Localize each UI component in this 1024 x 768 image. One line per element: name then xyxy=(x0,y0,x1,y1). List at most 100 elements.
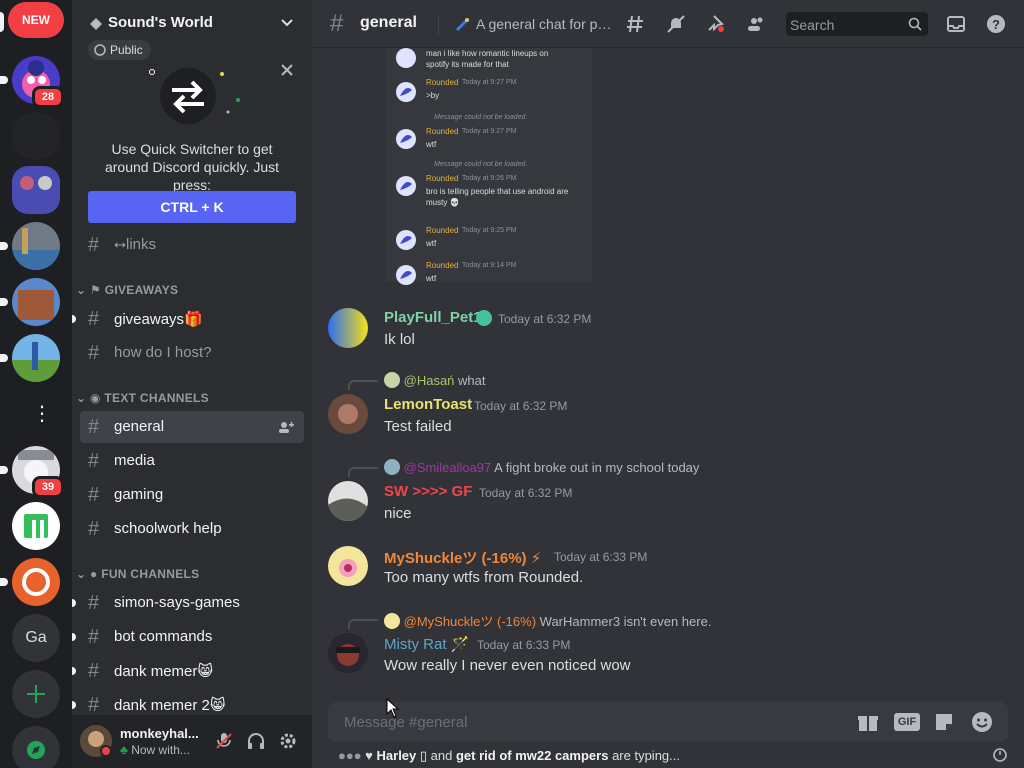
category-label: TEXT CHANNELS xyxy=(104,391,209,405)
server-icon-6[interactable] xyxy=(0,334,60,382)
message-composer[interactable]: Message #general GIF xyxy=(328,702,1008,742)
unread-pill xyxy=(0,578,8,586)
server-icon-2[interactable] xyxy=(12,112,60,160)
message-timestamp: Today at 6:33 PM xyxy=(477,638,571,652)
channel-topic[interactable]: A general chat for peo... xyxy=(476,16,616,32)
hash-icon: # xyxy=(88,484,100,506)
unread-dot xyxy=(72,599,76,607)
server-icon-4[interactable] xyxy=(0,222,60,270)
channel-gaming[interactable]: # gaming xyxy=(80,479,304,511)
message-author[interactable]: Misty Rat 🪄 xyxy=(384,635,469,653)
embedded-screenshot-image[interactable]: man i like how romantic lineups on spoti… xyxy=(386,48,592,285)
username[interactable]: monkeyhal... xyxy=(120,726,199,741)
member-list-icon[interactable] xyxy=(746,14,766,34)
unread-pill xyxy=(0,354,8,362)
mute-mic-icon[interactable] xyxy=(214,731,234,751)
message-input-placeholder: Message #general xyxy=(344,714,468,731)
user-avatar[interactable] xyxy=(328,633,368,673)
embed-username: Rounded xyxy=(426,261,459,270)
pinned-messages-icon[interactable] xyxy=(706,14,726,34)
mention-badge: 39 xyxy=(32,476,64,498)
message[interactable]: @Hasań what LemonToast Today at 6:32 PM… xyxy=(312,370,1012,442)
compass-icon xyxy=(27,741,45,759)
reply-preview[interactable]: @Hasań what xyxy=(384,372,486,388)
emoji-icon[interactable] xyxy=(970,710,994,734)
server-icon-9[interactable] xyxy=(0,558,60,606)
chevron-down-icon: ⌄ xyxy=(76,283,90,297)
reply-text: WarHammer3 isn't even here. xyxy=(539,614,712,629)
user-avatar[interactable] xyxy=(328,394,368,434)
message-author[interactable]: MyShuckleツ (-16%) ⚡ xyxy=(384,547,541,568)
message-author[interactable]: SW >>>> GF xyxy=(384,483,472,500)
channel-dank-memer[interactable]: # dank memer😸 xyxy=(72,655,304,687)
threads-icon[interactable] xyxy=(626,14,646,34)
slowmode-timer-icon xyxy=(993,748,1007,762)
user-avatar[interactable] xyxy=(328,546,368,586)
embed-message: Message could not be loaded. Rounded Tod… xyxy=(386,114,592,161)
add-server-button[interactable] xyxy=(12,670,60,718)
quick-switcher-shortcut-button[interactable]: CTRL + K xyxy=(88,191,296,223)
reply-connector xyxy=(348,467,378,477)
user-avatar[interactable] xyxy=(328,481,368,521)
hash-icon: # xyxy=(88,518,100,540)
channel-schoolwork-help[interactable]: # schoolwork help xyxy=(80,513,304,545)
embed-username: Rounded xyxy=(426,78,459,87)
channel-media[interactable]: # media xyxy=(80,445,304,477)
hash-icon: # xyxy=(88,626,100,648)
server-header[interactable]: Sound's World Public xyxy=(72,0,312,60)
message-author[interactable]: PlayFull_Pet1 xyxy=(384,309,482,326)
channel-label: general xyxy=(114,418,165,435)
gif-button[interactable]: GIF xyxy=(894,713,920,731)
unread-pill xyxy=(0,242,8,250)
server-avatar xyxy=(12,278,60,326)
close-icon[interactable] xyxy=(280,63,294,77)
custom-status-text: Now with... xyxy=(131,743,190,757)
reply-author: @Smilealloa97 xyxy=(403,460,492,475)
category-giveaways[interactable]: ⌄ ⚑ GIVEAWAYS xyxy=(76,283,178,297)
channel-links[interactable]: # ⭤links xyxy=(80,229,304,261)
hash-icon: # xyxy=(330,10,344,37)
server-icon-ga[interactable]: Ga xyxy=(12,614,60,662)
gift-icon[interactable] xyxy=(856,710,880,734)
message[interactable]: @MyShuckleツ (-16%) WarHammer3 isn't even… xyxy=(312,609,1012,681)
category-text-channels[interactable]: ⌄ ◉ TEXT CHANNELS xyxy=(76,391,209,405)
message-author[interactable]: LemonToast xyxy=(384,396,472,413)
notification-bell-muted-icon[interactable] xyxy=(666,14,686,34)
message[interactable]: @Smilealloa97 A fight broke out in my sc… xyxy=(312,457,1012,529)
reply-preview[interactable]: @MyShuckleツ (-16%) WarHammer3 isn't even… xyxy=(384,611,711,630)
unread-dot xyxy=(72,701,76,709)
message[interactable]: PlayFull_Pet1 Today at 6:32 PM Ik lol xyxy=(312,304,1012,354)
server-rail: NEW 28 ⋮ 39 Ga xyxy=(0,0,72,768)
channel-general[interactable]: # general xyxy=(80,411,304,443)
reply-preview[interactable]: @Smilealloa97 A fight broke out in my sc… xyxy=(384,459,699,475)
new-badge[interactable]: NEW xyxy=(8,2,64,38)
custom-status: ♣ Now with... xyxy=(120,743,190,757)
reply-connector xyxy=(348,619,378,629)
server-icon-1[interactable]: 28 xyxy=(0,56,64,108)
folder-mini-icon xyxy=(38,176,52,190)
headphones-icon[interactable] xyxy=(246,731,266,751)
embed-message: Rounded Today at 9:14 PM wtf xyxy=(386,253,592,297)
explore-servers-button[interactable] xyxy=(12,726,60,768)
channel-simon-says-games[interactable]: # simon-says-games xyxy=(72,587,304,619)
server-icon-5[interactable] xyxy=(0,278,60,326)
user-avatar[interactable] xyxy=(328,308,368,348)
server-icon-8[interactable] xyxy=(12,502,60,550)
server-name: Sound's World xyxy=(108,14,213,31)
channel-giveaways[interactable]: # giveaways🎁 xyxy=(72,303,304,335)
server-icon-7[interactable]: 39 xyxy=(0,446,64,498)
invite-member-icon[interactable] xyxy=(278,420,294,434)
user-panel: monkeyhal... ♣ Now with... xyxy=(72,715,312,768)
inbox-icon[interactable] xyxy=(946,14,966,34)
settings-gear-icon[interactable] xyxy=(278,731,298,751)
channel-bot-commands[interactable]: # bot commands xyxy=(72,621,304,653)
search-box[interactable]: Search xyxy=(786,12,928,36)
message[interactable]: MyShuckleツ (-16%) ⚡ Today at 6:33 PM Too… xyxy=(312,544,1012,594)
help-icon[interactable]: ? xyxy=(986,14,1006,34)
reply-author: @MyShuckleツ (-16%) xyxy=(403,614,537,629)
server-folder[interactable] xyxy=(12,166,60,214)
more-servers-icon[interactable]: ⋮ xyxy=(32,404,52,424)
sticker-icon[interactable] xyxy=(932,710,956,734)
channel-how-do-i-host[interactable]: # how do I host? xyxy=(80,337,304,369)
category-fun-channels[interactable]: ⌄ ● FUN CHANNELS xyxy=(76,567,199,581)
